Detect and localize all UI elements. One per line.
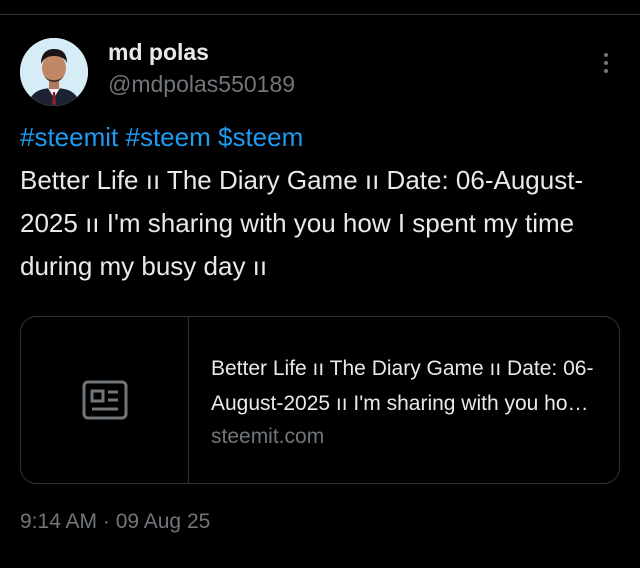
card-body: Better Life ıı The Diary Game ıı Date: 0… (189, 317, 619, 483)
more-options-button[interactable] (592, 48, 620, 78)
more-vertical-icon (604, 53, 608, 57)
display-name[interactable]: md polas (108, 38, 209, 66)
avatar[interactable] (20, 38, 88, 106)
card-thumbnail (21, 317, 189, 483)
profile-photo-icon (20, 38, 88, 106)
hashtag-steem[interactable]: #steem (126, 122, 211, 152)
article-icon (82, 380, 127, 420)
tweet-body: Better Life ıı The Diary Game ıı Date: 0… (20, 165, 584, 281)
hashtag-steemit[interactable]: #steemit (20, 122, 118, 152)
tweet-timestamp[interactable]: 9:14 AM · 09 Aug 25 (20, 508, 210, 536)
tweet-text: #steemit #steem $steem Better Life ıı The… (20, 116, 620, 288)
card-title: Better Life ıı The Diary Game ıı Date: 0… (211, 357, 595, 415)
top-divider (0, 14, 640, 15)
user-handle[interactable]: @mdpolas550189 (108, 70, 295, 98)
cashtag-steem[interactable]: $steem (218, 122, 303, 152)
card-domain: steemit.com (211, 425, 325, 448)
link-preview-card[interactable]: Better Life ıı The Diary Game ıı Date: 0… (20, 316, 620, 484)
